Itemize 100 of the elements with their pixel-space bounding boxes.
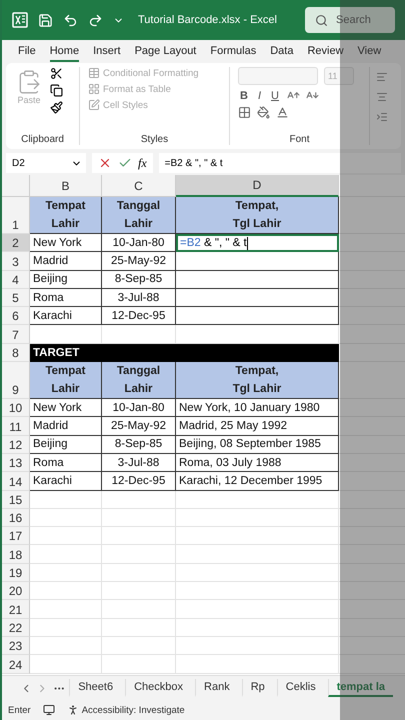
table-cell: Beijing	[30, 436, 102, 454]
format-button[interactable]: I	[256, 90, 264, 102]
sheet-tab[interactable]: Checkbox	[125, 679, 192, 697]
column-heading-cell: Tanggal Lahir	[102, 362, 176, 400]
copy-icon[interactable]	[50, 84, 63, 97]
row-number[interactable]: 14	[2, 472, 30, 491]
group-label: Font	[288, 134, 310, 145]
table-cell: Beijing, 08 September 1985	[176, 436, 339, 454]
save-icon[interactable]	[38, 12, 53, 28]
cancel-icon[interactable]	[98, 156, 112, 170]
row-number[interactable]: 20	[2, 582, 30, 600]
cut-icon[interactable]	[50, 67, 63, 80]
column-heading-cell: Tanggal Lahir	[102, 197, 176, 234]
sheet-tab[interactable]: Ceklis	[276, 679, 324, 697]
ribbon-tab[interactable]: Insert	[93, 42, 121, 62]
table-cell: 8-Sep-85	[102, 270, 176, 289]
sheet-tab[interactable]: Rp	[242, 679, 273, 697]
row-number[interactable]: 19	[2, 564, 30, 582]
group-label: Styles	[140, 134, 170, 145]
row-number[interactable]: 8	[2, 344, 30, 362]
table-cell: Karachi, 12 December 1995	[176, 472, 339, 491]
column-header[interactable]: C	[102, 175, 176, 197]
column-heading-cell: Tempat, Tgl Lahir	[176, 362, 339, 400]
row-number[interactable]: 6	[2, 307, 30, 326]
table-cell: Roma, 03 July 1988	[176, 454, 339, 472]
borders-icon[interactable]	[238, 106, 251, 119]
font-color-icon[interactable]	[276, 106, 289, 119]
column-header[interactable]: B	[30, 175, 102, 197]
row-number[interactable]: 18	[2, 545, 30, 564]
row-number[interactable]: 1	[2, 197, 30, 234]
accessibility-status[interactable]: Accessibility: Investigate	[66, 704, 185, 716]
row-number[interactable]: 24	[2, 655, 30, 674]
cell-edit-field[interactable]: =B2 & ", " & t	[176, 234, 339, 252]
table-cell: 10-Jan-80	[102, 399, 176, 418]
ribbon-tab[interactable]: View	[358, 42, 382, 62]
pen-icon	[88, 99, 100, 111]
group-label: Clipboard	[20, 134, 65, 145]
table-cell: Karachi	[30, 307, 102, 326]
ribbon-tab[interactable]: Page Layout	[134, 42, 196, 62]
row-number[interactable]: 17	[2, 527, 30, 546]
row-number[interactable]: 9	[2, 362, 30, 400]
row-number[interactable]: 22	[2, 618, 30, 637]
row-number[interactable]: 4	[2, 270, 30, 289]
table-cell: Roma	[30, 454, 102, 472]
table-cell: 12-Dec-95	[102, 472, 176, 491]
table-cell: Madrid	[30, 252, 102, 271]
status-mode: Enter	[8, 704, 31, 716]
column-heading-cell: Tempat Lahir	[30, 197, 102, 234]
sheet-tab[interactable]: Sheet6	[69, 679, 122, 697]
excel-logo-icon	[12, 12, 28, 28]
row-number[interactable]: 2	[2, 234, 30, 252]
column-heading-cell: Tempat Lahir	[30, 362, 102, 400]
table-icon	[88, 67, 100, 79]
table-cell: 3-Jul-88	[102, 454, 176, 472]
sheet-tab[interactable]: Rank	[195, 679, 238, 697]
table-cell: Karachi	[30, 472, 102, 491]
table-cell: New York, 10 January 1980	[176, 399, 339, 418]
grid-icon	[88, 83, 100, 95]
table-cell: 8-Sep-85	[102, 436, 176, 454]
table-cell: 25-May-92	[102, 417, 176, 436]
formula-field[interactable]: =B2 & ", " & t	[158, 153, 401, 173]
row-number[interactable]: 15	[2, 490, 30, 509]
accessibility-icon	[66, 704, 79, 716]
redo-icon[interactable]	[88, 12, 103, 28]
table-cell: Madrid, 25 May 1992	[176, 417, 339, 436]
insert-function-button[interactable]: fx	[138, 156, 147, 170]
format-button[interactable]: B	[238, 90, 250, 102]
row-number[interactable]: 10	[2, 399, 30, 418]
row-number[interactable]: 16	[2, 508, 30, 528]
table-cell: Beijing	[30, 270, 102, 289]
undo-icon[interactable]	[63, 12, 78, 28]
table-cell: Madrid	[30, 417, 102, 436]
table-cell: 3-Jul-88	[102, 288, 176, 308]
section-banner: TARGET	[30, 344, 339, 362]
name-box[interactable]: D2	[6, 153, 86, 173]
ribbon-tab[interactable]: Formulas	[210, 42, 256, 62]
row-number[interactable]: 5	[2, 288, 30, 308]
ribbon-tab[interactable]: Review	[307, 42, 344, 62]
table-cell: 25-May-92	[102, 252, 176, 271]
ribbon-tab[interactable]: Data	[270, 42, 294, 62]
row-number[interactable]: 11	[2, 417, 30, 436]
table-cell: 12-Dec-95	[102, 307, 176, 326]
table-cell: New York	[30, 399, 102, 418]
column-heading-cell: Tempat, Tgl Lahir	[176, 197, 339, 234]
row-number[interactable]: 13	[2, 454, 30, 472]
format-button[interactable]: U	[269, 90, 281, 102]
table-cell: 10-Jan-80	[102, 234, 176, 252]
window-title: Tutorial Barcode.xlsx - Excel	[138, 14, 277, 26]
row-number[interactable]: 7	[2, 325, 30, 344]
row-number[interactable]: 12	[2, 436, 30, 454]
row-number[interactable]: 3	[2, 252, 30, 271]
column-header[interactable]: D	[176, 175, 339, 197]
ribbon-tab[interactable]: File	[18, 42, 36, 62]
row-number[interactable]: 21	[2, 600, 30, 619]
search-icon	[315, 14, 328, 26]
row-number[interactable]: 23	[2, 636, 30, 656]
table-cell: New York	[30, 234, 102, 252]
format-painter-icon[interactable]	[50, 101, 63, 114]
fill-color-icon[interactable]	[257, 106, 270, 119]
table-cell: Roma	[30, 288, 102, 308]
